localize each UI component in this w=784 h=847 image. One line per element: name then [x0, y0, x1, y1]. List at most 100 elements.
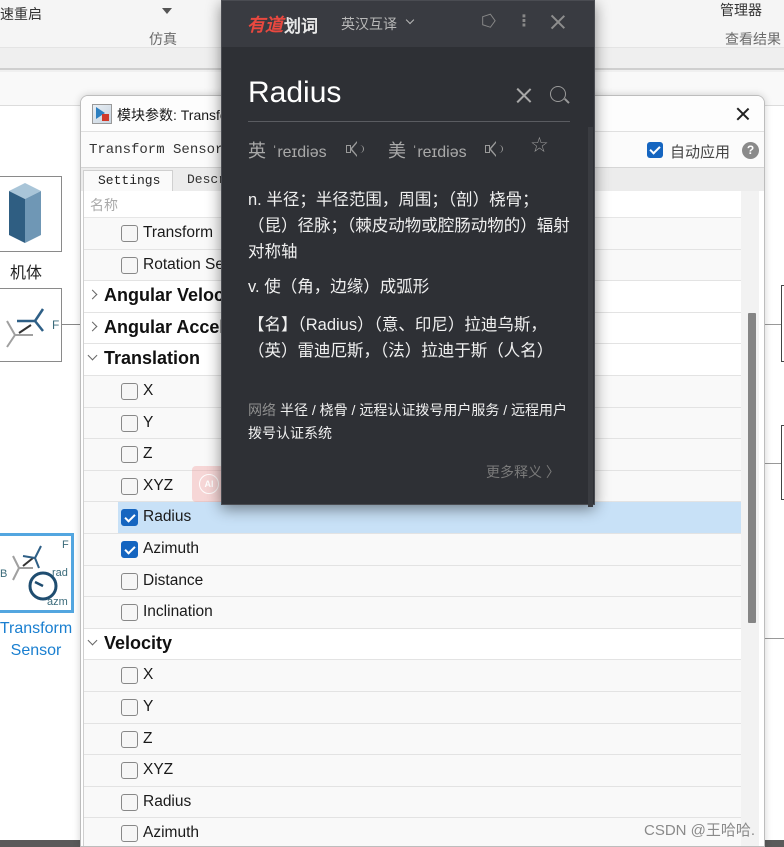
chevron-down-icon[interactable] [88, 353, 97, 362]
tree-item-row[interactable]: Azimuth [84, 534, 742, 566]
signal-line[interactable] [765, 463, 781, 464]
youdao-logo-sub: 划词 [284, 17, 318, 36]
output-checkbox[interactable] [121, 225, 138, 242]
name-column-label: 名称 [90, 197, 118, 213]
item-label: Radius [143, 508, 192, 526]
chevron-right-icon[interactable] [88, 322, 97, 331]
dictionary-popup: 有道 划词 英汉互译 ⭔ ⋮ Radius 英 ˈreɪdiəs 美 ˈreɪdiə… [221, 0, 595, 507]
output-checkbox[interactable] [121, 604, 138, 622]
item-label: X [143, 666, 154, 684]
speaker-icon[interactable] [485, 140, 505, 158]
tree-item-row[interactable]: Radius [84, 502, 742, 534]
ai-assistant-badge[interactable]: AI [192, 466, 224, 502]
query-word[interactable]: Radius [248, 76, 341, 110]
favorite-star-icon[interactable]: ☆ [530, 135, 549, 157]
item-label: Inclination [143, 603, 213, 621]
dictionary-header[interactable]: 有道 划词 英汉互译 ⭔ ⋮ [222, 1, 594, 47]
clear-icon[interactable] [515, 86, 533, 104]
output-checkbox[interactable] [121, 825, 138, 843]
simulate-section-label: 仿真 [149, 31, 177, 47]
popup-scrollbar[interactable] [588, 127, 593, 507]
item-label: Distance [143, 571, 204, 589]
us-phonetic: 美 ˈreɪdiəs [388, 137, 467, 163]
help-question-icon[interactable]: ? [742, 142, 759, 159]
simulink-block-icon [92, 104, 112, 124]
item-label: Azimuth [143, 540, 199, 557]
translate-mode-dropdown[interactable]: 英汉互译 [341, 14, 397, 34]
group-label: Velocity [104, 632, 173, 653]
solid-block[interactable] [0, 176, 62, 252]
sensor-port-f: F [62, 539, 69, 551]
speaker-icon[interactable] [346, 140, 366, 158]
dialog-close-button[interactable] [733, 104, 753, 124]
search-icon[interactable] [550, 86, 566, 102]
tab-settings[interactable]: Settings [83, 170, 173, 191]
run-dropdown-arrow-icon[interactable] [162, 8, 172, 14]
tree-item-row[interactable]: XYZ [84, 755, 742, 787]
uk-phonetic: 英 ˈreɪdiəs [248, 137, 327, 163]
item-label: Z [143, 445, 153, 463]
output-checkbox[interactable] [121, 541, 138, 558]
more-definitions-link[interactable]: 更多释义 〉 [486, 462, 560, 482]
definition-name: 【名】（Radius）（意、印尼）拉迪乌斯，（英）雷迪厄斯，（法）拉迪于斯（人名… [248, 316, 554, 360]
sensor-port-rad: rad [52, 567, 68, 579]
transform-sensor-label: Transform Sensor [0, 620, 73, 659]
web-tag: 网络 [248, 402, 276, 418]
tree-item-row[interactable]: Distance [84, 565, 742, 598]
item-label: Radius [143, 792, 192, 810]
output-checkbox[interactable] [121, 414, 138, 432]
signal-line[interactable] [765, 638, 784, 639]
item-label: Transform [143, 224, 214, 241]
tree-item-row[interactable]: Z [84, 723, 742, 756]
output-checkbox[interactable] [121, 256, 138, 274]
output-checkbox[interactable] [121, 383, 138, 400]
pin-icon[interactable]: ⭔ [479, 12, 499, 32]
signal-line[interactable] [765, 324, 781, 325]
ai-icon: AI [199, 474, 219, 494]
output-checkbox[interactable] [121, 730, 138, 748]
output-checkbox[interactable] [121, 572, 138, 590]
output-checkbox[interactable] [121, 793, 138, 811]
output-checkbox[interactable] [121, 477, 138, 495]
more-options-icon[interactable]: ⋮ [516, 12, 532, 32]
chevron-down-icon[interactable] [88, 638, 97, 647]
uk-label: 英 [248, 141, 266, 161]
youdao-logo: 有道 [247, 15, 283, 35]
frame-port-label: F [52, 318, 60, 332]
item-label: XYZ [143, 761, 174, 779]
fast-restart-button[interactable]: 速重启 [0, 4, 42, 24]
web-meanings: 网络 半径 / 桡骨 / 远程认证拨号用户服务 / 远程用户拨号认证系统 [248, 399, 570, 445]
chevron-right-icon[interactable] [88, 290, 97, 299]
output-checkbox[interactable] [121, 667, 138, 685]
item-label: X [143, 382, 154, 399]
auto-apply-checkbox[interactable] [647, 142, 663, 158]
manager-button[interactable]: 管理器 [720, 0, 762, 20]
tree-item-row[interactable]: Y [84, 692, 742, 724]
solid-block-label: 机体 [9, 265, 42, 282]
sensor-port-azm: azm [47, 596, 68, 608]
output-checkbox[interactable] [121, 762, 138, 780]
tree-group-row[interactable]: Velocity [84, 628, 742, 661]
tree-item-row[interactable]: X [84, 660, 742, 692]
output-checkbox[interactable] [121, 446, 138, 464]
output-checkbox[interactable] [121, 699, 138, 716]
chevron-down-icon[interactable] [405, 15, 415, 25]
item-label: Z [143, 729, 153, 747]
uk-ipa: ˈreɪdiəs [272, 144, 327, 161]
web-meanings-text: 半径 / 桡骨 / 远程认证拨号用户服务 / 远程用户拨号认证系统 [248, 402, 568, 441]
definition-verb: v. 使（角，边缘）成弧形 [248, 278, 430, 296]
tree-scrollbar-thumb[interactable] [748, 313, 756, 623]
output-checkbox[interactable] [121, 509, 138, 527]
watermark: CSDN @王哈哈. [644, 822, 756, 839]
group-label: Translation [104, 348, 201, 369]
popup-close-button[interactable] [549, 13, 567, 31]
auto-apply-label[interactable]: 自动应用 [670, 141, 730, 162]
tree-item-row[interactable]: Radius [84, 786, 742, 819]
definition-noun: n. 半径；半径范围，周围；（剖）桡骨；（昆）径脉；（棘皮动物或腔肠动物的）辐射… [248, 191, 570, 261]
us-ipa: ˈreɪdiəs [412, 144, 467, 161]
tree-item-row[interactable]: Inclination [84, 597, 742, 629]
block-type-label: Transform Sensor [89, 142, 224, 158]
signal-line[interactable] [62, 324, 82, 325]
selection-highlight [118, 502, 742, 533]
item-label: Azimuth [143, 824, 199, 842]
